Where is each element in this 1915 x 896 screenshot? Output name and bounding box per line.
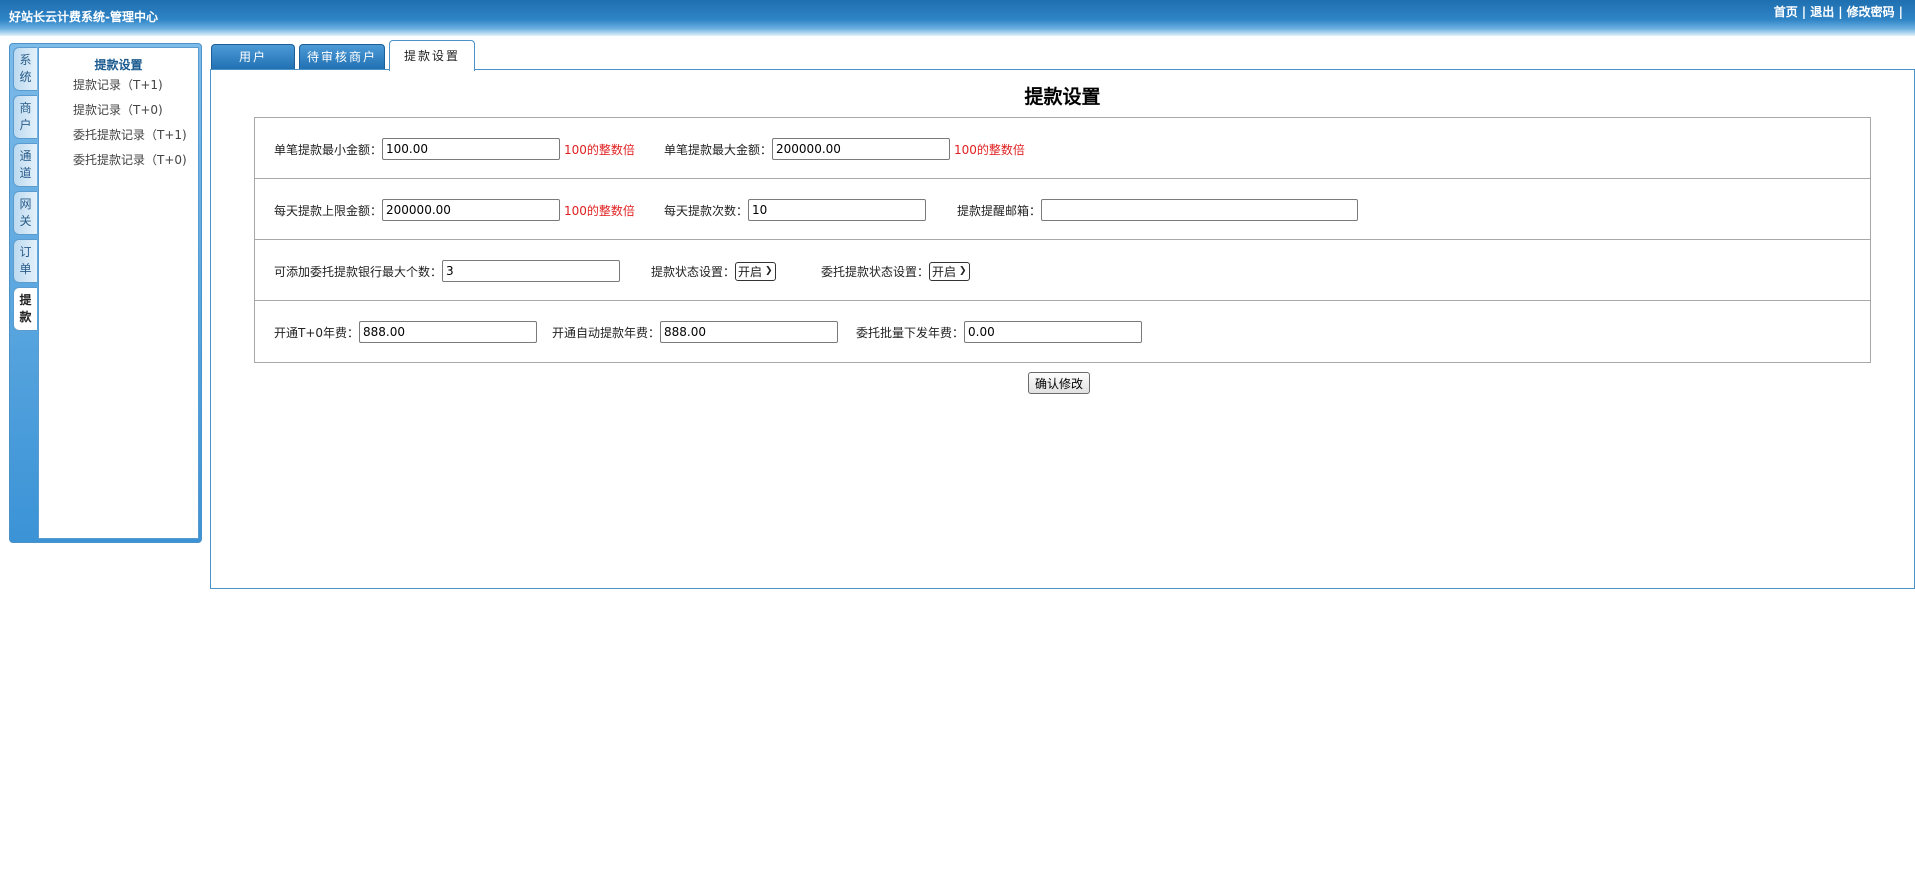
content-panel: 提款设置 单笔提款最小金额： 100的整数倍 单笔提款最大金额： 100的整数倍…	[210, 69, 1915, 589]
tab-withdraw-settings[interactable]: 提款设置	[389, 40, 475, 71]
min-single-label: 单笔提款最小金额：	[274, 142, 383, 157]
sidebar-menu: 提款设置 提款记录（T+1) 提款记录（T+0) 委托提款记录（T+1) 委托提…	[38, 47, 199, 539]
auto-fee-label: 开通自动提款年费：	[552, 325, 661, 340]
form-row: 单笔提款最小金额： 100的整数倍 单笔提款最大金额： 100的整数倍	[255, 118, 1870, 179]
vtab-system[interactable]: 系统	[13, 47, 37, 91]
change-password-link[interactable]: 修改密码	[1847, 5, 1895, 19]
max-single-field: 单笔提款最大金额： 100的整数倍	[664, 138, 1025, 160]
max-single-hint: 100的整数倍	[954, 142, 1025, 157]
auto-fee-field: 开通自动提款年费：	[552, 321, 839, 343]
home-link[interactable]: 首页	[1774, 5, 1798, 19]
vtab-merchant[interactable]: 商户	[13, 95, 37, 139]
daily-count-label: 每天提款次数：	[664, 203, 749, 218]
withdraw-status-field: 提款状态设置： 开启 ❯	[651, 260, 776, 282]
tab-pending-merchants[interactable]: 待审核商户	[299, 44, 385, 70]
page-title: 提款设置	[1024, 86, 1101, 108]
max-banks-field: 可添加委托提款银行最大个数：	[274, 260, 621, 282]
form-row: 可添加委托提款银行最大个数： 提款状态设置： 开启❯ 委托提款状态设置： 开启❯	[255, 240, 1870, 301]
vtab-gateway[interactable]: 网关	[13, 191, 37, 235]
daily-count-input[interactable]	[748, 199, 927, 221]
menu-heading: 提款设置	[94, 58, 143, 72]
notify-email-field: 提款提醒邮箱：	[957, 199, 1359, 221]
entrust-status-field: 委托提款状态设置： 开启 ❯	[821, 260, 970, 282]
min-single-input[interactable]	[382, 138, 561, 160]
max-single-input[interactable]	[772, 138, 951, 160]
t0-fee-input[interactable]	[359, 321, 538, 343]
daily-count-field: 每天提款次数：	[664, 199, 927, 221]
menu-item-entrust-t0[interactable]: 委托提款记录（T+0)	[39, 148, 198, 173]
entrust-status-value: 开启	[932, 264, 957, 279]
max-banks-label: 可添加委托提款银行最大个数：	[274, 264, 443, 279]
vtab-order[interactable]: 订单	[13, 239, 37, 283]
link-separator: |	[1801, 5, 1807, 19]
t0-fee-field: 开通T+0年费：	[274, 321, 538, 343]
tab-users[interactable]: 用户	[211, 44, 295, 70]
min-single-hint: 100的整数倍	[564, 142, 635, 157]
max-banks-input[interactable]	[442, 260, 621, 282]
daily-limit-field: 每天提款上限金额： 100的整数倍	[274, 199, 635, 221]
withdraw-status-value: 开启	[738, 264, 763, 279]
vertical-tabs: 系统 商户 通道 网关 订单 提款	[13, 47, 39, 335]
min-single-field: 单笔提款最小金额： 100的整数倍	[274, 138, 635, 160]
settings-form: 单笔提款最小金额： 100的整数倍 单笔提款最大金额： 100的整数倍 每天提款…	[254, 117, 1871, 363]
withdraw-status-label: 提款状态设置：	[651, 264, 736, 279]
notify-email-label: 提款提醒邮箱：	[957, 203, 1042, 218]
auto-fee-input[interactable]	[660, 321, 839, 343]
t0-fee-label: 开通T+0年费：	[274, 325, 360, 340]
entrust-status-select[interactable]: 开启 ❯	[929, 261, 970, 281]
top-links: 首页 | 退出 | 修改密码 |	[1774, 3, 1907, 20]
batch-fee-input[interactable]	[964, 321, 1143, 343]
vtab-withdraw[interactable]: 提款	[13, 287, 37, 331]
max-single-label: 单笔提款最大金额：	[664, 142, 773, 157]
logout-link[interactable]: 退出	[1810, 5, 1834, 19]
daily-limit-hint: 100的整数倍	[564, 203, 635, 218]
top-header: 好站长云计费系统-管理中心 首页 | 退出 | 修改密码 |	[0, 0, 1915, 36]
vtab-channel[interactable]: 通道	[13, 143, 37, 187]
app-title: 好站长云计费系统-管理中心	[9, 10, 158, 24]
form-row: 每天提款上限金额： 100的整数倍 每天提款次数： 提款提醒邮箱：	[255, 179, 1870, 240]
withdraw-status-select[interactable]: 开启 ❯	[735, 261, 776, 281]
menu-item-entrust-t1[interactable]: 委托提款记录（T+1)	[39, 123, 198, 148]
menu-item-withdraw-t0[interactable]: 提款记录（T+0)	[39, 98, 198, 123]
daily-limit-label: 每天提款上限金额：	[274, 203, 383, 218]
left-panel: 系统 商户 通道 网关 订单 提款 提款设置 提款记录（T+1) 提款记录（T+…	[9, 43, 202, 543]
form-row: 开通T+0年费： 开通自动提款年费： 委托批量下发年费：	[255, 301, 1870, 362]
chevron-down-icon: ❯	[959, 266, 967, 276]
link-separator: |	[1838, 5, 1843, 19]
entrust-status-label: 委托提款状态设置：	[821, 264, 930, 279]
daily-limit-input[interactable]	[382, 199, 561, 221]
link-separator: |	[1898, 5, 1903, 19]
chevron-down-icon: ❯	[765, 266, 773, 276]
menu-item-withdraw-t1[interactable]: 提款记录（T+1)	[39, 73, 198, 98]
batch-fee-label: 委托批量下发年费：	[856, 325, 965, 340]
notify-email-input[interactable]	[1041, 199, 1359, 221]
confirm-button[interactable]: 确认修改	[1028, 372, 1091, 394]
batch-fee-field: 委托批量下发年费：	[856, 321, 1143, 343]
